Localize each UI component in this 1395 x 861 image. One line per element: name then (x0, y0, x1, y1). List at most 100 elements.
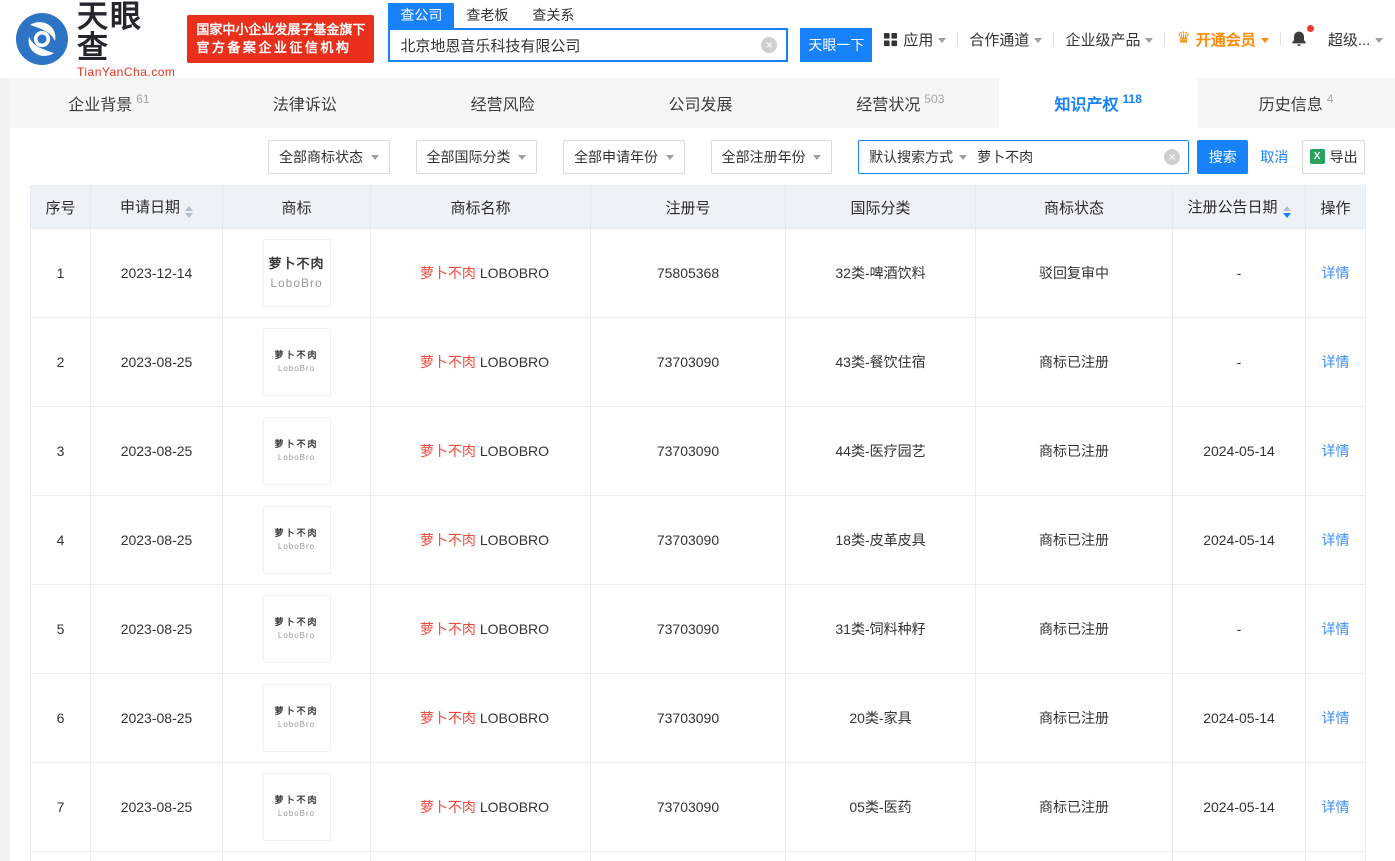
trademark-row: 6 2023-08-25 萝卜不肉 LoboBro 萝卜不肉 LOBOBRO 7… (30, 673, 1366, 763)
section-tab[interactable]: 企业背景 61 (10, 78, 208, 128)
clear-search-icon[interactable]: × (761, 37, 778, 53)
trademark-row: 1 2023-12-14 萝卜不肉 LoboBro 萝卜不肉 LOBOBRO 7… (30, 228, 1366, 318)
excel-icon: X (1309, 149, 1325, 164)
section-tab[interactable]: 公司发展 (604, 78, 802, 128)
cell-trademark-image: 萝卜不肉 LoboBro (222, 317, 371, 407)
trademark-image[interactable]: 萝卜不肉 LoboBro (262, 684, 331, 752)
chevron-down-icon (518, 155, 527, 160)
detail-link[interactable]: 详情 (1322, 799, 1350, 815)
col-header-pub-date: 注册公告日期 (1172, 185, 1306, 229)
nav-super-label: 超级... (1327, 31, 1371, 49)
search-submit-button[interactable]: 天眼一下 (800, 28, 873, 62)
clear-keyword-icon[interactable]: × (1164, 148, 1181, 165)
section-tab[interactable]: 经营状况 503 (801, 78, 999, 128)
cell-index (30, 851, 91, 861)
trademark-name-cn: 萝卜不肉 (419, 354, 476, 370)
export-label: 导出 (1329, 148, 1358, 165)
cell-pub-date: 2024-05-14 (1172, 495, 1306, 585)
detail-link[interactable]: 详情 (1322, 265, 1350, 281)
cell-action: 详情 (1305, 228, 1366, 318)
chevron-down-icon (938, 37, 947, 43)
col-header-apply-date: 申请日期 (90, 185, 223, 229)
nav-enterprise-label: 企业级产品 (1065, 31, 1141, 49)
cell-trademark-name: 萝卜不肉 LOBOBRO (370, 317, 591, 407)
trademark-image[interactable]: 萝卜不肉 LoboBro (262, 595, 331, 663)
cell-pub-date: - (1172, 584, 1306, 674)
trademark-row (30, 851, 1366, 861)
nav-item-enterprise[interactable]: 企业级产品 (1054, 29, 1164, 50)
trademark-image-cn: 萝卜不肉 (274, 706, 319, 717)
cell-pub-date: - (1172, 317, 1306, 407)
trademark-name-cn: 萝卜不肉 (419, 710, 476, 726)
company-search-input[interactable] (390, 30, 787, 60)
detail-link[interactable]: 详情 (1322, 621, 1350, 637)
notifications-button[interactable] (1281, 25, 1317, 49)
cell-trademark-image: 萝卜不肉 LoboBro (222, 762, 371, 852)
sort-icon-active-desc[interactable] (1282, 206, 1291, 218)
chevron-down-icon (370, 155, 379, 160)
cell-status: 商标已注册 (975, 406, 1173, 496)
nav-item-partner[interactable]: 合作通道 (958, 29, 1053, 50)
nav-item-apps[interactable]: 应用 (872, 29, 957, 50)
search-mode-select[interactable]: 默认搜索方式 (859, 147, 977, 167)
nav-item-vip[interactable]: ♛ 开通会员 (1165, 29, 1279, 50)
col-header-reg-no: 注册号 (590, 185, 786, 229)
search-row: × 天眼一下 (388, 28, 873, 62)
nav-item-super-vip[interactable]: 超级... (1317, 29, 1395, 50)
cell-trademark-name: 萝卜不肉 LOBOBRO (370, 406, 591, 496)
detail-link[interactable]: 详情 (1322, 354, 1350, 370)
section-tab[interactable]: 法律诉讼 (208, 78, 406, 128)
search-tab-company[interactable]: 查公司 (388, 3, 455, 28)
trademark-name-en: LOBOBRO (479, 799, 550, 815)
keyword-search-button[interactable]: 搜索 (1197, 139, 1249, 174)
filter-dropdown[interactable]: 全部商标状态 (268, 139, 390, 174)
cell-index: 6 (30, 673, 91, 763)
col-header-trademark: 商标 (222, 185, 371, 229)
section-tab[interactable]: 历史信息 4 (1197, 78, 1395, 128)
cancel-search-link[interactable]: 取消 (1260, 147, 1288, 167)
cell-apply-date: 2023-12-14 (90, 228, 223, 318)
filter-dropdown[interactable]: 全部申请年份 (563, 139, 685, 174)
cell-index: 5 (30, 584, 91, 674)
section-tab[interactable]: 经营风险 (406, 78, 604, 128)
gov-certification-badge: 国家中小企业发展子基金旗下 官方备案企业征信机构 (187, 15, 375, 63)
cell-reg-no (590, 851, 786, 861)
cell-trademark-name: 萝卜不肉 LOBOBRO (370, 584, 591, 674)
trademark-image[interactable]: 萝卜不肉 LoboBro (262, 773, 331, 841)
cell-trademark-image: 萝卜不肉 LoboBro (222, 673, 371, 763)
cell-apply-date: 2023-08-25 (90, 762, 223, 852)
trademark-name-en: LOBOBRO (479, 621, 550, 637)
col-header-index: 序号 (30, 185, 91, 229)
detail-link[interactable]: 详情 (1322, 532, 1350, 548)
trademark-image[interactable]: 萝卜不肉 LoboBro (262, 328, 331, 396)
detail-link[interactable]: 详情 (1322, 443, 1350, 459)
trademark-image-en: LoboBro (277, 630, 316, 640)
col-header-pub-date-label: 注册公告日期 (1187, 199, 1278, 216)
section-tab[interactable]: 知识产权 118 (999, 78, 1198, 128)
col-header-intl-class: 国际分类 (785, 185, 976, 229)
search-tab-boss[interactable]: 查老板 (454, 3, 520, 28)
search-tab-relation[interactable]: 查关系 (520, 3, 586, 28)
grid-icon (884, 32, 898, 46)
chevron-down-icon (1145, 37, 1154, 43)
bell-icon (1292, 31, 1306, 47)
cell-trademark-image (222, 851, 371, 861)
sort-icon[interactable] (185, 206, 193, 218)
col-header-trademark-name: 商标名称 (370, 185, 591, 229)
detail-link[interactable]: 详情 (1322, 710, 1350, 726)
export-button[interactable]: X 导出 (1302, 139, 1365, 174)
tianyancha-logo[interactable]: 天眼查 TianYanCha.com (16, 1, 175, 78)
filter-dropdown[interactable]: 全部国际分类 (415, 139, 538, 174)
cell-intl-class: 05类-医药 (785, 762, 976, 852)
keyword-input[interactable] (977, 140, 1189, 173)
filter-dropdown[interactable]: 全部注册年份 (710, 139, 833, 174)
section-tab-count: 503 (924, 92, 945, 106)
trademark-image[interactable]: 萝卜不肉 LoboBro (262, 417, 331, 485)
section-tab-label: 知识产权 (1054, 97, 1119, 114)
trademark-image[interactable]: 萝卜不肉 LoboBro (262, 506, 331, 574)
section-tab-label: 历史信息 (1258, 97, 1323, 114)
trademark-image[interactable]: 萝卜不肉 LoboBro (262, 239, 331, 307)
cell-trademark-name: 萝卜不肉 LOBOBRO (370, 673, 591, 763)
trademark-row: 5 2023-08-25 萝卜不肉 LoboBro 萝卜不肉 LOBOBRO 7… (30, 584, 1366, 674)
page-left-gutter (0, 78, 10, 861)
